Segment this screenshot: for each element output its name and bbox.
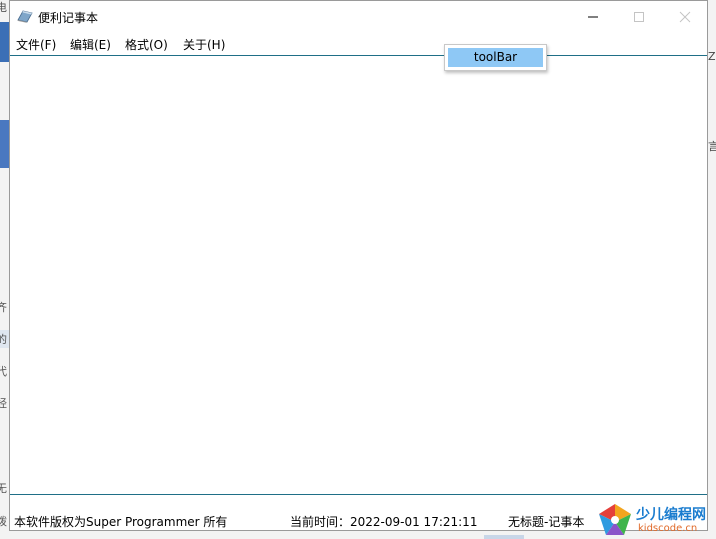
close-icon — [679, 11, 691, 23]
menu-edit[interactable]: 编辑(E) — [70, 36, 111, 53]
watermark: 少儿编程网 kidscode.cn — [596, 500, 716, 539]
background-text-fragment: 无 — [0, 482, 7, 495]
watermark-title: 少儿编程网 — [636, 507, 706, 523]
background-text-fragment: 的 — [0, 333, 7, 346]
taskbar-item[interactable] — [484, 535, 524, 539]
background-app-left: 电 齐 的 代 经 无 拨 — [0, 0, 9, 539]
toolbar-popup-menu: toolBar — [444, 44, 547, 71]
background-panel-strip — [0, 120, 9, 168]
menu-about[interactable]: 关于(H) — [183, 36, 225, 53]
background-text-fragment: 经 — [0, 397, 7, 410]
background-text-fragment: 代 — [0, 365, 7, 378]
window-title: 便利记事本 — [38, 11, 99, 25]
status-current-time: 当前时间：2022-09-01 17:21:11 — [290, 515, 478, 529]
kidscode-logo-icon — [599, 504, 631, 535]
close-button[interactable] — [662, 1, 708, 32]
minimize-icon — [588, 16, 598, 18]
title-bar[interactable]: 便利记事本 — [10, 1, 707, 32]
notepad-icon — [17, 9, 33, 23]
maximize-button[interactable] — [616, 1, 662, 32]
background-text-fragment: 齐 — [0, 301, 7, 314]
watermark-domain: kidscode.cn — [638, 523, 698, 534]
notepad-window: 便利记事本 文件(F) 编辑(E) 格式(O) 关于(H) 本软件版权为Supe… — [9, 0, 708, 531]
background-app-right: Z 言 — [708, 0, 716, 539]
background-text-fragment: 拨 — [0, 515, 7, 528]
background-text-fragment: Z — [708, 50, 716, 63]
status-copyright: 本软件版权为Super Programmer 所有 — [14, 515, 228, 529]
status-document-name: 无标题-记事本 — [508, 515, 585, 529]
minimize-button[interactable] — [570, 1, 616, 32]
maximize-icon — [634, 12, 644, 22]
toolbar-menu-item[interactable]: toolBar — [448, 48, 543, 67]
background-text-fragment: 电 — [0, 1, 7, 14]
text-editor-area[interactable] — [10, 55, 707, 495]
background-text-fragment: 言 — [708, 140, 716, 153]
menu-format[interactable]: 格式(O) — [125, 36, 168, 53]
menu-file[interactable]: 文件(F) — [16, 36, 56, 53]
menu-bar: 文件(F) 编辑(E) 格式(O) 关于(H) — [10, 32, 707, 54]
background-panel-strip — [0, 22, 9, 62]
